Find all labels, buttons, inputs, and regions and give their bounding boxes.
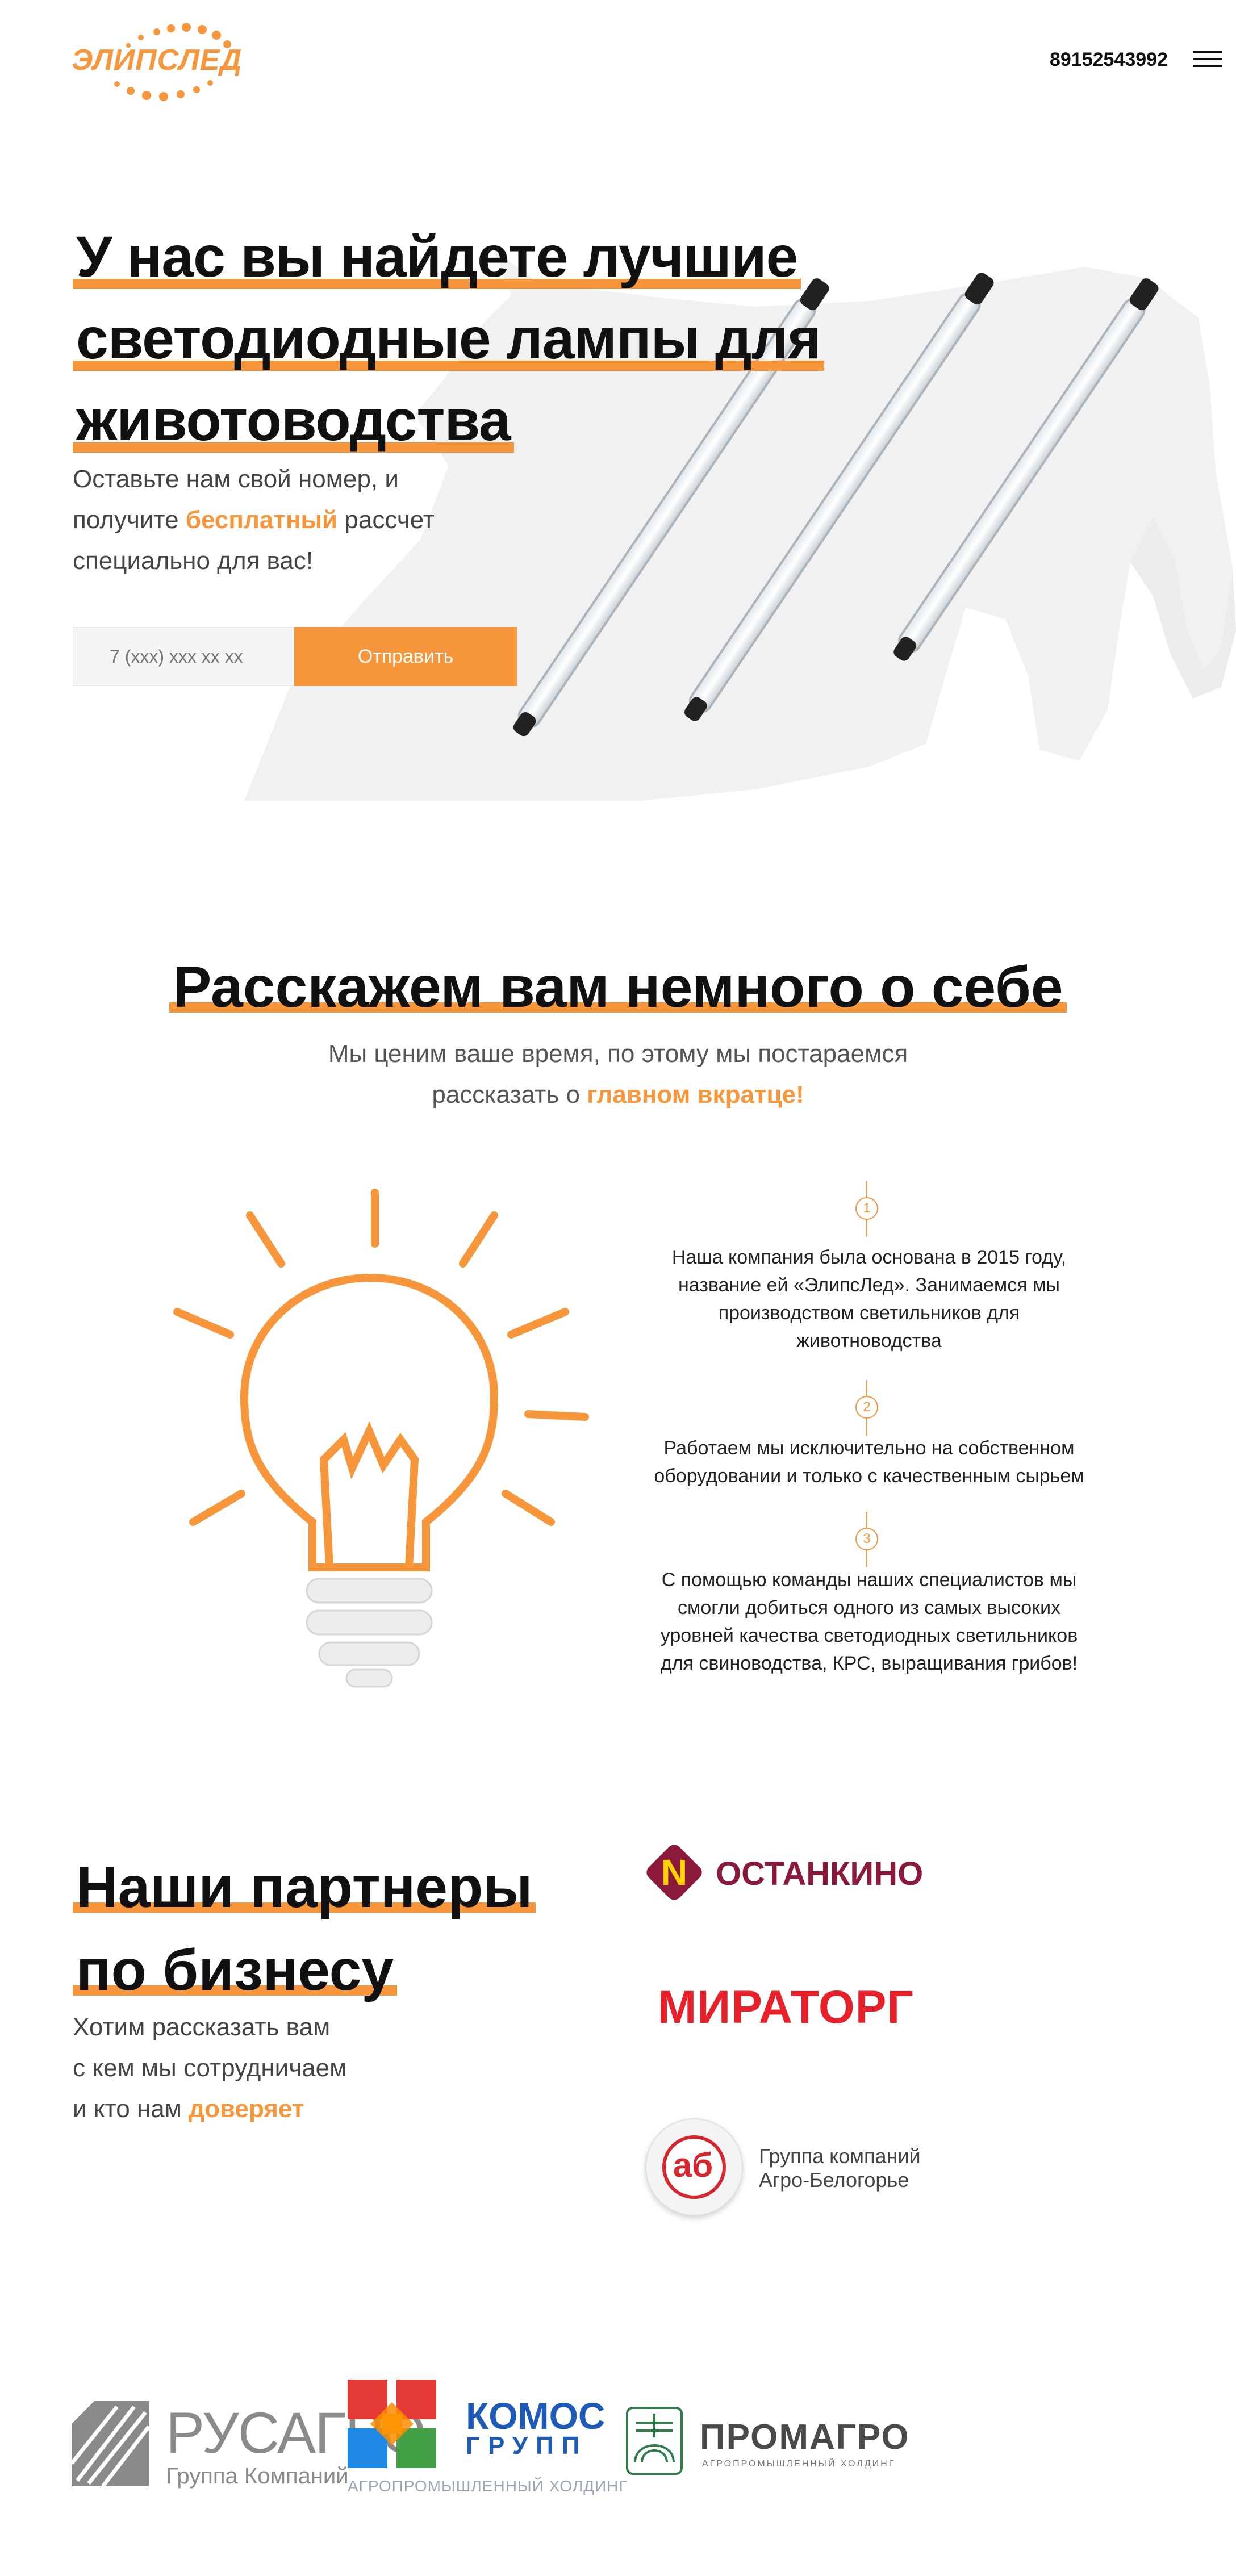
ostankino-text: ОСТАНКИНО [716, 1855, 924, 1892]
rusagro-subtext: Группа Компаний [166, 2464, 349, 2489]
partners-subtitle: Хотим рассказать вам с кем мы сотруднича… [73, 2007, 470, 2130]
step-2-line: оборудовании и только с качественным сыр… [654, 1465, 1084, 1487]
hero-sub-line-1: Оставьте нам свой номер, и [73, 465, 399, 493]
agro-belogorye-line-2: Агро-Белогорье [759, 2168, 909, 2192]
step-number-1: 1 [855, 1197, 878, 1220]
hero-title-line-2: светодиодные лампы для [73, 298, 825, 379]
submit-button[interactable]: Отправить [294, 627, 517, 686]
step-text-2: Работаем мы исключительно на собственном… [642, 1435, 1096, 1490]
komos-logo[interactable]: КОМОС ГРУПП АГРОПРОМЫШЛЕННЫЙ ХОЛДИНГ [348, 2380, 632, 2499]
about-subtitle: Мы ценим ваше время, по этому мы постара… [0, 1034, 1236, 1115]
agro-belogorye-logo[interactable]: аб Группа компаний Агро-Белогорье [645, 2118, 941, 2220]
komos-text: КОМОС [466, 2395, 606, 2437]
step-connector [866, 1550, 867, 1567]
step-number-3: 3 [855, 1528, 878, 1550]
hero-sub-line-2a: получите [73, 506, 186, 534]
hero-title-line-1: У нас вы найдете лучшие [73, 216, 801, 298]
komos-mark [348, 2380, 436, 2468]
step-1-line: название ей «ЭлипсЛед». Занимаемся мы [678, 1274, 1060, 1296]
about-title: Расскажем вам немного о себе [0, 954, 1236, 1021]
partners-sub-line-1: Хотим рассказать вам [73, 2013, 331, 2041]
logo[interactable]: ЭЛИПСЛЕД [72, 22, 248, 101]
promagro-logo[interactable]: ПРОМАГРО АГРОПРОМЫШЛЕННЫЙ ХОЛДИНГ [625, 2406, 920, 2479]
partners-title-line-1: Наши партнеры [73, 1855, 536, 1920]
promagro-subtext: АГРОПРОМЫШЛЕННЫЙ ХОЛДИНГ [702, 2459, 896, 2469]
hamburger-icon[interactable] [1193, 51, 1222, 67]
promagro-mark [626, 2407, 683, 2475]
hero-sub-line-2b: рассчет [337, 506, 435, 534]
agro-belogorye-mark-text: аб [673, 2146, 713, 2184]
rusagro-logo[interactable]: РУСАГРО Группа Компаний [72, 2391, 426, 2493]
partners-sub-highlight: доверяет [189, 2095, 304, 2123]
rusagro-mark [72, 2401, 149, 2486]
step-connector [866, 1181, 867, 1197]
phone-input[interactable] [73, 627, 294, 686]
step-1-line: Наша компания была основана в 2015 году, [671, 1247, 1067, 1268]
step-3-line: уровней качества светодиодных светильник… [660, 1625, 1078, 1646]
partners-title-line-2: по бизнесу [73, 1938, 398, 2002]
step-1-line: производством светильников для [718, 1302, 1020, 1324]
hero-sub-line-3: специально для вас! [73, 547, 314, 575]
ostankino-logo[interactable]: N ОСТАНКИНО [644, 1840, 928, 1906]
about-sub-highlight: главном вкратце! [587, 1081, 804, 1109]
komos-group-text: ГРУПП [466, 2432, 588, 2460]
step-3-line: С помощью команды наших специалистов мы [661, 1569, 1077, 1591]
about-title-text: Расскажем вам немного о себе [169, 955, 1067, 1019]
step-1-line: животноводства [796, 1330, 942, 1352]
header-phone[interactable]: 89152543992 [1050, 49, 1168, 71]
promagro-text: ПРОМАГРО [700, 2418, 910, 2457]
about-sub-line-2: рассказать о [432, 1081, 587, 1109]
step-text-3: С помощью команды наших специалистов мы … [642, 1566, 1096, 1678]
ostankino-mark-letter: N [661, 1852, 688, 1893]
step-3-line: для свиноводства, КРС, выращивания грибо… [660, 1653, 1078, 1674]
step-2-line: Работаем мы исключительно на собственном [663, 1437, 1075, 1459]
partners-sub-line-3: и кто нам [73, 2095, 189, 2123]
komos-subtext: АГРОПРОМЫШЛЕННЫЙ ХОЛДИНГ [348, 2477, 628, 2495]
logo-text: ЭЛИПСЛЕД [72, 44, 243, 77]
agro-belogorye-line-1: Группа компаний [759, 2144, 921, 2168]
hero-title-line-3: животоводства [73, 379, 514, 461]
step-text-1: Наша компания была основана в 2015 году,… [642, 1244, 1096, 1355]
step-3-line: смогли добиться одного из самых высоких [677, 1597, 1061, 1619]
about-sub-line-1: Мы ценим ваше время, по этому мы постара… [328, 1040, 908, 1068]
hero-title: У нас вы найдете лучшие светодиодные лам… [73, 216, 868, 461]
partners-sub-line-2: с кем мы сотрудничаем [73, 2054, 347, 2082]
step-connector [866, 1512, 867, 1528]
partners-title: Наши партнеры по бизнесу [73, 1846, 584, 2012]
step-connector [866, 1419, 867, 1436]
hero-sub-highlight: бесплатный [185, 506, 338, 534]
step-number-2: 2 [855, 1396, 878, 1419]
miratorg-logo[interactable]: МИРАТОРГ [658, 1981, 914, 2034]
step-connector [866, 1380, 867, 1396]
lightbulb-icon [173, 1189, 589, 1688]
step-connector [866, 1220, 867, 1237]
hero-subtitle: Оставьте нам свой номер, и получите бесп… [73, 459, 504, 582]
